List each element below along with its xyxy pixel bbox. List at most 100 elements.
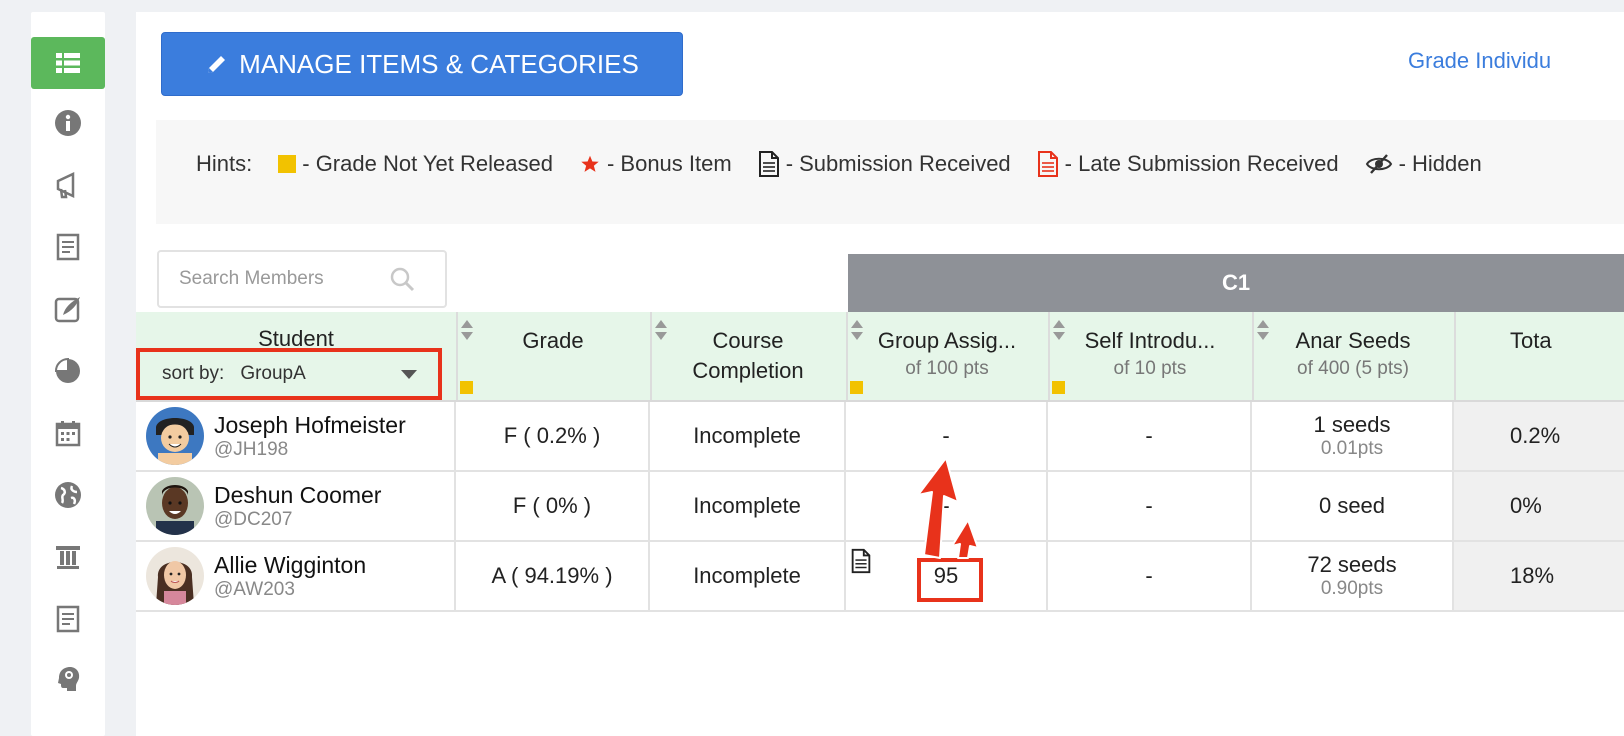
sort-arrows-icon: [851, 320, 863, 340]
header-anar-seeds[interactable]: Anar Seeds of 400 (5 pts): [1252, 312, 1456, 400]
total-cell: 18%: [1454, 542, 1624, 610]
edit-note-icon: [54, 297, 80, 323]
table-row: Joseph Hofmeister @JH198 F ( 0.2% ) Inco…: [136, 402, 1624, 472]
hint-submission: - Submission Received: [758, 150, 1011, 178]
student-handle: @JH198: [214, 438, 289, 460]
student-handle: @AW203: [214, 578, 295, 600]
grade-cell[interactable]: A ( 94.19% ): [456, 542, 650, 610]
search-placeholder: Search Members: [179, 268, 324, 289]
submission-document-icon[interactable]: [850, 548, 872, 574]
avatar: [146, 547, 204, 605]
document-icon: [758, 151, 779, 177]
completion-cell: Incomplete: [650, 542, 846, 610]
chevron-down-icon: [401, 370, 417, 379]
header-total-label: Tota: [1510, 328, 1552, 353]
header-group-sub: of 100 pts: [905, 358, 989, 379]
grade-cell[interactable]: F ( 0.2% ): [456, 402, 650, 470]
header-group-title: Group Assig...: [877, 328, 1017, 353]
grade-individual-link[interactable]: Grade Individu: [1408, 48, 1551, 74]
sidebar-item-insights[interactable]: [31, 653, 105, 705]
anar-seeds-cell[interactable]: 72 seeds 0.90pts: [1252, 542, 1454, 610]
category-header-c1: C1: [848, 254, 1624, 312]
search-members-input[interactable]: Search Members: [157, 250, 447, 308]
completion-cell: Incomplete: [650, 472, 846, 540]
not-released-marker: [850, 381, 863, 394]
anar-seeds-cell[interactable]: 0 seed: [1252, 472, 1454, 540]
sidebar-item-assignments[interactable]: [31, 283, 105, 335]
student-cell[interactable]: Allie Wigginton @AW203: [136, 542, 456, 610]
avatar: [146, 407, 204, 465]
info-icon: [55, 110, 81, 136]
sidebar-item-calendar[interactable]: [31, 407, 105, 459]
header-group-assignment[interactable]: Group Assig... of 100 pts: [846, 312, 1050, 400]
sidebar: [31, 12, 105, 736]
total-cell: 0.2%: [1454, 402, 1624, 470]
grade-cell[interactable]: F ( 0% ): [456, 472, 650, 540]
sidebar-item-notes[interactable]: [31, 221, 105, 273]
header-self-introduction[interactable]: Self Introdu... of 10 pts: [1048, 312, 1254, 400]
sidebar-item-global[interactable]: [31, 469, 105, 521]
not-released-marker: [1052, 381, 1065, 394]
sort-by-label: sort by:: [162, 363, 225, 384]
student-name: Joseph Hofmeister: [214, 411, 406, 438]
total-cell: 0%: [1454, 472, 1624, 540]
manage-items-label: MANAGE ITEMS & CATEGORIES: [239, 48, 639, 79]
hint-bonus: - Bonus Item: [579, 151, 732, 177]
table-row: Deshun Coomer @DC207 F ( 0% ) Incomplete…: [136, 472, 1624, 542]
hints-label: Hints:: [196, 151, 253, 176]
brain-head-icon: [58, 667, 80, 691]
sidebar-item-announcements[interactable]: [31, 159, 105, 211]
sort-by-dropdown[interactable]: sort by: GroupA: [136, 348, 442, 400]
sort-arrows-icon: [461, 320, 473, 340]
annotation-arrows: [917, 457, 979, 559]
self-intro-cell[interactable]: -: [1048, 542, 1252, 610]
sidebar-item-pages[interactable]: [31, 593, 105, 645]
calendar-icon: [55, 421, 81, 447]
header-self-title: Self Introdu...: [1084, 328, 1216, 353]
header-course-completion[interactable]: Course Completion: [650, 312, 848, 400]
header-grade-label: Grade: [522, 328, 584, 353]
list-icon: [56, 53, 80, 73]
sidebar-item-institution[interactable]: [31, 531, 105, 583]
self-intro-cell[interactable]: -: [1048, 402, 1252, 470]
sort-arrows-icon: [655, 320, 667, 340]
globe-icon: [55, 482, 81, 508]
eye-slash-icon: [1365, 154, 1392, 174]
avatar: [146, 477, 204, 535]
header-course-label-2: Completion: [692, 358, 804, 383]
student-name: Deshun Coomer: [214, 481, 382, 508]
header-course-label-1: Course: [712, 328, 784, 353]
main-panel: MANAGE ITEMS & CATEGORIES Grade Individu…: [136, 12, 1624, 736]
student-handle: @DC207: [214, 508, 293, 530]
sort-by-value: GroupA: [240, 363, 306, 384]
table-row: Allie Wigginton @AW203 A ( 94.19% ) Inco…: [136, 542, 1624, 612]
not-released-marker: [460, 381, 473, 394]
pie-chart-icon: [54, 357, 80, 383]
yellow-square-icon: [278, 155, 297, 173]
student-cell[interactable]: Joseph Hofmeister @JH198: [136, 402, 456, 470]
hint-not-released: - Grade Not Yet Released: [278, 151, 553, 177]
red-document-icon: [1037, 151, 1058, 177]
document-icon: [56, 233, 80, 261]
student-cell[interactable]: Deshun Coomer @DC207: [136, 472, 456, 540]
hint-late-submission: - Late Submission Received: [1037, 150, 1339, 178]
student-name: Allie Wigginton: [214, 551, 367, 578]
red-star-icon: [581, 155, 599, 172]
manage-items-button[interactable]: MANAGE ITEMS & CATEGORIES: [161, 32, 683, 96]
sort-arrows-icon: [1053, 320, 1065, 340]
search-icon: [390, 267, 415, 292]
self-intro-cell[interactable]: -: [1048, 472, 1252, 540]
anar-seeds-cell[interactable]: 1 seeds 0.01pts: [1252, 402, 1454, 470]
header-total[interactable]: Tota: [1454, 312, 1624, 400]
header-anar-sub: of 400 (5 pts): [1297, 358, 1409, 379]
sidebar-item-info[interactable]: [31, 97, 105, 149]
hints-panel: Hints: - Grade Not Yet Released - Bonus …: [156, 120, 1624, 224]
megaphone-icon: [56, 172, 75, 199]
pencil-icon: [208, 56, 226, 73]
completion-cell: Incomplete: [650, 402, 846, 470]
sidebar-item-reports[interactable]: [31, 345, 105, 397]
sort-arrows-icon: [1257, 320, 1269, 340]
header-grade[interactable]: Grade: [456, 312, 652, 400]
header-anar-title: Anar Seeds: [1295, 328, 1411, 353]
sidebar-item-gradebook[interactable]: [31, 37, 105, 89]
